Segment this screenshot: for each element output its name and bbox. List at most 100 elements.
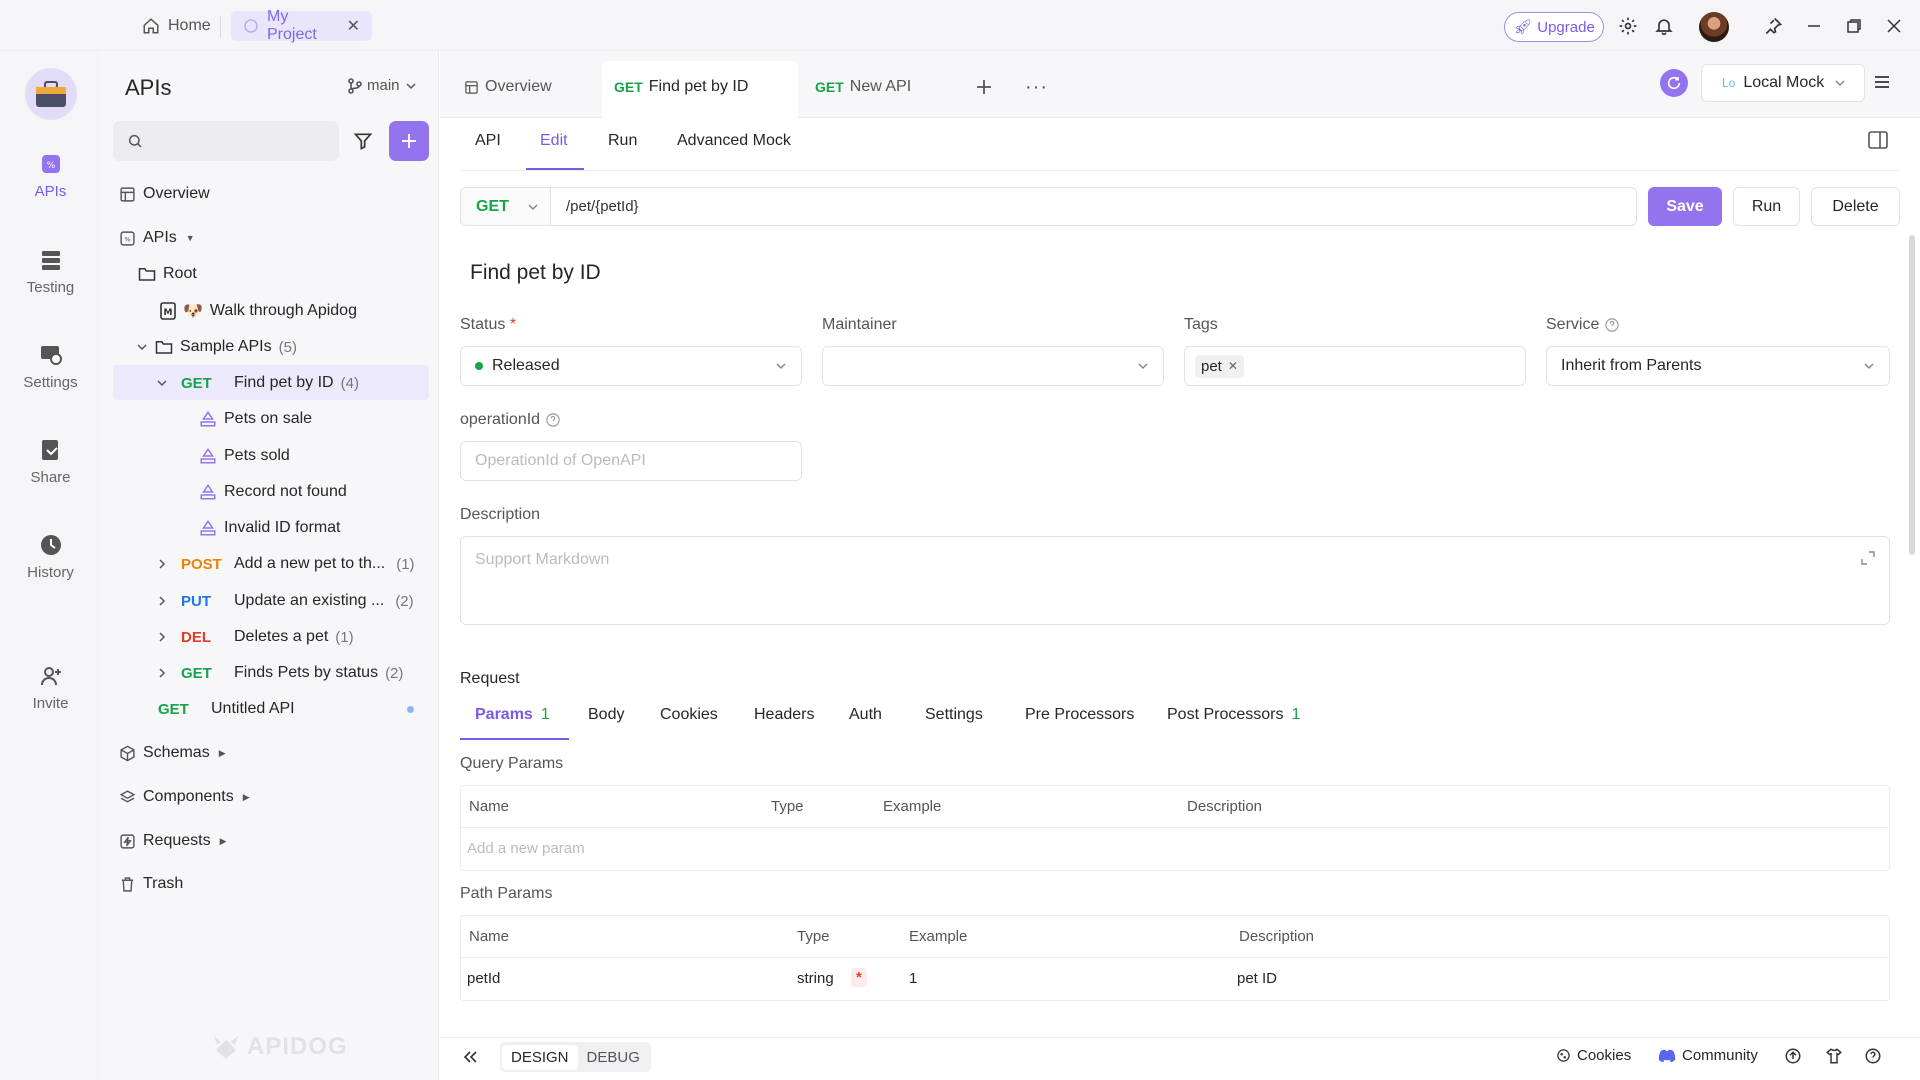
sidebar-item-apis[interactable]: % APIs ▼ — [119, 222, 195, 254]
tab-settings[interactable]: Settings — [925, 706, 983, 724]
delete-button[interactable]: Delete — [1811, 187, 1900, 226]
tree-endpoint[interactable]: GET Finds Pets by status (2) — [156, 657, 403, 689]
status-select[interactable]: Released — [460, 346, 802, 386]
community-button[interactable]: Community — [1658, 1047, 1758, 1064]
dog-emoji-icon: 🐶 — [183, 303, 203, 320]
api-name-input[interactable]: Find pet by ID — [470, 261, 601, 285]
shirt-icon[interactable] — [1825, 1047, 1843, 1065]
unsaved-dot — [407, 705, 414, 713]
required-mark[interactable]: * — [851, 968, 867, 987]
help-icon[interactable] — [546, 413, 560, 427]
mode-toggle[interactable]: DESIGN DEBUG — [500, 1042, 651, 1072]
add-button[interactable] — [389, 121, 429, 161]
hamburger-menu-icon[interactable] — [1872, 72, 1892, 92]
sidebar-item-overview[interactable]: Overview — [119, 178, 210, 210]
search-input[interactable] — [113, 121, 339, 161]
scrollbar[interactable] — [1909, 235, 1915, 555]
collapse-sidebar-icon[interactable] — [461, 1048, 479, 1066]
tags-input[interactable]: pet ✕ — [1184, 346, 1526, 386]
gear-icon[interactable] — [1616, 14, 1640, 38]
maintainer-select[interactable] — [822, 346, 1164, 386]
url-path-input[interactable]: /pet/{petId} — [551, 198, 639, 215]
tab-body[interactable]: Body — [588, 706, 624, 724]
url-bar: GET /pet/{petId} — [460, 187, 1637, 226]
tree-case[interactable]: Invalid ID format — [199, 512, 340, 544]
tab-params[interactable]: Params 1 — [475, 706, 550, 724]
rail-item-share[interactable]: Share — [0, 438, 101, 486]
subtab-api[interactable]: API — [475, 132, 501, 150]
settings-icon — [39, 343, 63, 367]
bell-icon[interactable] — [1652, 14, 1676, 38]
help-icon[interactable] — [1605, 318, 1620, 332]
run-button[interactable]: Run — [1733, 187, 1800, 226]
home-tab[interactable]: Home — [134, 11, 219, 41]
tree-case[interactable]: Record not found — [199, 476, 347, 508]
description-textarea[interactable]: Support Markdown — [460, 536, 1890, 625]
tree-endpoint[interactable]: PUT Update an existing ... (2) — [156, 585, 414, 617]
subtab-edit[interactable]: Edit — [540, 132, 568, 150]
description-label: Description — [460, 506, 541, 523]
service-select[interactable]: Inherit from Parents — [1546, 346, 1890, 386]
tree-case[interactable]: Pets on sale — [199, 403, 312, 435]
close-icon[interactable]: ✕ — [347, 16, 360, 36]
tree-walkthrough[interactable]: M 🐶 Walk through Apidog — [160, 295, 357, 327]
debug-mode-button[interactable]: DEBUG — [578, 1045, 649, 1070]
table-row[interactable]: petId string * 1 pet ID — [461, 958, 1889, 1000]
rail-item-history[interactable]: History — [0, 533, 101, 581]
tab-post-processors[interactable]: Post Processors 1 — [1167, 706, 1300, 724]
tab-new-api[interactable]: GET New API — [815, 72, 911, 102]
tab-headers[interactable]: Headers — [754, 706, 814, 724]
sync-icon[interactable] — [1660, 69, 1688, 97]
sidebar-item-trash[interactable]: Trash — [119, 868, 183, 900]
sidebar-item-schemas[interactable]: Schemas ▶ — [119, 737, 226, 769]
tree-endpoint[interactable]: POST Add a new pet to th... (1) — [156, 548, 415, 580]
subtab-run[interactable]: Run — [608, 132, 637, 150]
operation-id-input[interactable]: OperationId of OpenAPI — [460, 441, 802, 481]
add-param-row[interactable]: Add a new param — [461, 828, 1889, 870]
tree-root[interactable]: Root — [138, 258, 197, 290]
upload-icon[interactable] — [1784, 1047, 1802, 1065]
testing-icon — [39, 248, 63, 272]
trash-icon — [119, 876, 136, 893]
pin-icon[interactable] — [1761, 14, 1785, 38]
tab-overview[interactable]: Overview — [464, 72, 552, 102]
restore-icon[interactable] — [1842, 14, 1866, 38]
tree-case[interactable]: Pets sold — [199, 440, 290, 472]
new-tab-button[interactable] — [975, 72, 993, 102]
project-logo[interactable] — [25, 68, 77, 120]
layers-icon — [119, 789, 136, 806]
environment-selector[interactable]: Lo Local Mock — [1701, 64, 1865, 102]
sidebar-item-requests[interactable]: Requests ▶ — [119, 825, 227, 857]
rail-item-invite[interactable]: Invite — [0, 664, 101, 712]
save-button[interactable]: Save — [1648, 187, 1722, 226]
subtab-advanced-mock[interactable]: Advanced Mock — [677, 132, 791, 150]
tab-find-pet[interactable]: GET Find pet by ID — [614, 72, 748, 102]
upgrade-button[interactable]: 🚀︎ Upgrade — [1504, 12, 1604, 42]
chevron-down-icon — [527, 201, 539, 213]
branch-selector[interactable]: main — [348, 77, 417, 94]
rail-item-apis[interactable]: % APIs — [0, 152, 101, 200]
tab-auth[interactable]: Auth — [849, 706, 882, 724]
avatar[interactable] — [1699, 12, 1729, 42]
panel-toggle-icon[interactable] — [1868, 131, 1888, 149]
cookies-button[interactable]: Cookies — [1556, 1047, 1631, 1064]
filter-button[interactable] — [346, 121, 380, 161]
expand-icon[interactable] — [1861, 551, 1875, 565]
close-window-icon[interactable] — [1882, 14, 1906, 38]
rail-item-testing[interactable]: Testing — [0, 248, 101, 296]
close-icon[interactable]: ✕ — [1228, 359, 1238, 373]
more-tabs-button[interactable]: ··· — [1025, 72, 1048, 102]
design-mode-button[interactable]: DESIGN — [502, 1044, 578, 1070]
tree-sample-apis[interactable]: Sample APIs (5) — [136, 331, 297, 363]
tree-untitled-api[interactable]: GET Untitled API — [158, 693, 414, 725]
help-icon[interactable] — [1864, 1047, 1882, 1065]
minimize-icon[interactable] — [1802, 14, 1826, 38]
tab-cookies[interactable]: Cookies — [660, 706, 718, 724]
tree-find-pet[interactable]: GET Find pet by ID (4) — [156, 367, 359, 399]
tab-pre-processors[interactable]: Pre Processors — [1025, 706, 1134, 724]
method-select[interactable]: GET — [461, 188, 551, 225]
tree-endpoint[interactable]: DEL Deletes a pet (1) — [156, 621, 354, 653]
project-tab[interactable]: My Project ✕ — [231, 8, 372, 43]
rail-item-settings[interactable]: Settings — [0, 343, 101, 391]
sidebar-item-components[interactable]: Components ▶ — [119, 781, 250, 813]
